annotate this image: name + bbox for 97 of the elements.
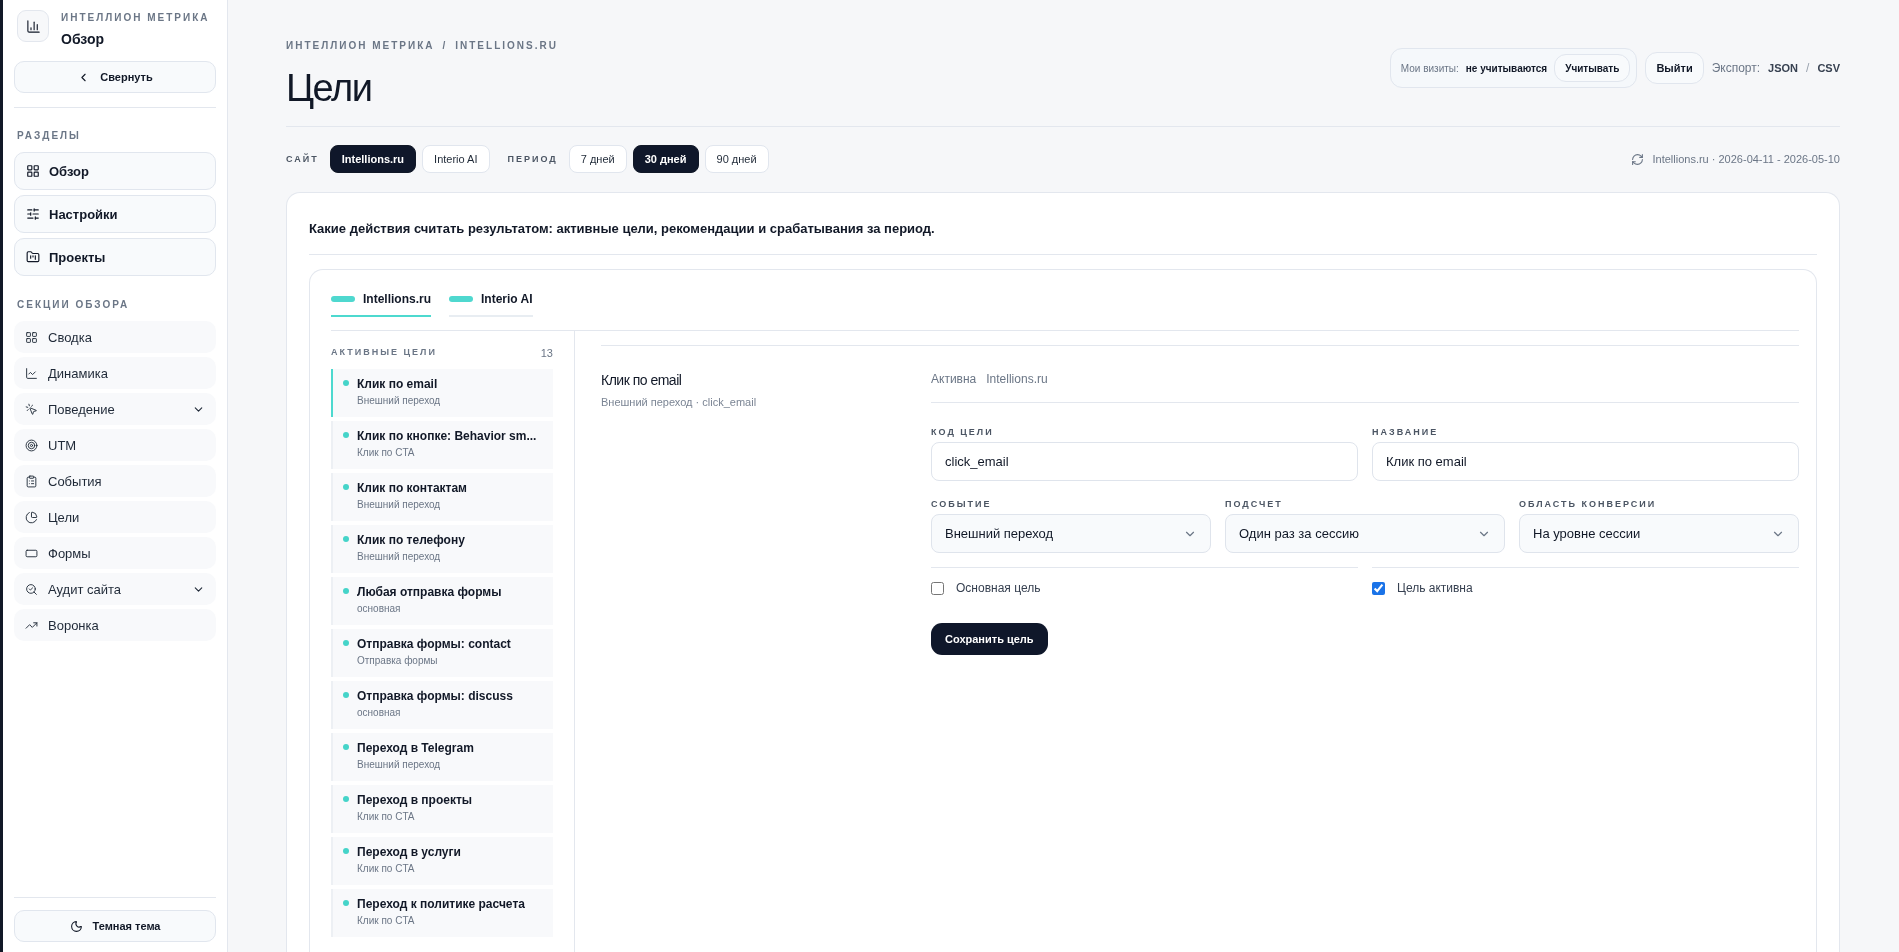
card-description: Какие действия считать результатом: активные цели, рекомендации и срабатывания за период. <box>309 221 1817 255</box>
sidebar-nav-button[interactable]: Проекты <box>14 238 216 276</box>
period-chip[interactable]: 90 дней <box>704 145 769 173</box>
goal-count: 13 <box>540 347 553 359</box>
search-icon <box>25 582 38 596</box>
pie-chart-icon <box>25 510 38 524</box>
sidebar-item[interactable]: События <box>14 465 216 497</box>
moon-icon <box>69 919 83 933</box>
site-tab[interactable]: Intellions.ru <box>331 292 431 317</box>
goal-title: Клик по email <box>601 372 683 388</box>
site-chip[interactable]: Intellions.ru <box>329 145 417 173</box>
site-tab[interactable]: Interio AI <box>449 292 533 317</box>
page-title: Цели <box>286 67 373 110</box>
sidebar-item[interactable]: Сводка <box>14 321 216 353</box>
logo-icon <box>17 10 49 42</box>
field-label: НАЗВАНИЕ <box>1372 427 1440 437</box>
sliders-icon <box>26 207 40 221</box>
filter-label: САЙТ <box>286 154 319 164</box>
goal-item[interactable]: Отправка формы: discuss основная <box>331 681 553 729</box>
field-label: КОД ЦЕЛИ <box>931 427 995 437</box>
site-chip[interactable]: Interio AI <box>422 145 490 173</box>
line-chart-icon <box>25 366 38 380</box>
status-dot <box>343 432 349 438</box>
visits-status: не учитываются <box>1465 62 1548 74</box>
theme-button[interactable]: Темная тема <box>14 910 216 942</box>
pointer-icon <box>25 402 38 416</box>
checkbox-label: Цель активна <box>1397 581 1473 595</box>
list-heading: АКТИВНЫЕ ЦЕЛИ <box>331 347 437 359</box>
goal-site: Intellions.ru <box>986 372 1048 386</box>
select-field[interactable]: На уровне сессии <box>1519 514 1799 553</box>
clipboard-icon <box>25 474 38 488</box>
brand-label: ИНТЕЛЛИОН МЕТРИКА <box>61 12 210 23</box>
period-chip[interactable]: 7 дней <box>568 145 627 173</box>
export-link[interactable]: CSV <box>1817 62 1840 74</box>
checkbox[interactable] <box>931 581 944 595</box>
count-visits-button[interactable]: Учитывать <box>1554 54 1631 82</box>
checkbox-label: Основная цель <box>956 581 1041 595</box>
collapse-button[interactable]: Свернуть <box>14 61 216 93</box>
sidebar-item[interactable]: Воронка <box>14 609 216 641</box>
goal-item[interactable]: Любая отправка формы основная <box>331 577 553 625</box>
goal-item[interactable]: Переход в Telegram Внешний переход <box>331 733 553 781</box>
status-dot <box>343 640 349 646</box>
grid-icon <box>26 164 40 178</box>
goal-item[interactable]: Отправка формы: contact Отправка формы <box>331 629 553 677</box>
export-label: Экспорт: <box>1711 61 1761 75</box>
select-field[interactable]: Один раз за сессию <box>1225 514 1505 553</box>
status-dot <box>343 536 349 542</box>
period-chip[interactable]: 30 дней <box>632 145 699 173</box>
field-label: ОБЛАСТЬ КОНВЕРСИИ <box>1519 499 1658 509</box>
date-range: Intellions.ru · 2026-04-11 - 2026-05-10 <box>1652 153 1840 165</box>
goal-item[interactable]: Клик по кнопке: Behavior sm... Клик по CTA <box>331 421 553 469</box>
grid-icon <box>25 330 38 344</box>
goal-item[interactable]: Клик по контактам Внешний переход <box>331 473 553 521</box>
input-field[interactable]: click_email <box>931 442 1358 481</box>
breadcrumb-item: ИНТЕЛЛИОН МЕТРИКА <box>286 40 435 51</box>
folder-icon <box>26 250 40 264</box>
goal-item[interactable]: Клик по телефону Внешний переход <box>331 525 553 573</box>
sidebar-nav-button[interactable]: Настройки <box>14 195 216 233</box>
status-dot <box>343 744 349 750</box>
breadcrumb-separator: / <box>442 40 448 51</box>
goal-item[interactable]: Переход в услуги Клик по CTA <box>331 837 553 885</box>
goal-subtitle: Внешний переход · click_email <box>601 396 758 408</box>
status-dot <box>343 900 349 906</box>
sidebar-item[interactable]: Динамика <box>14 357 216 389</box>
goal-item[interactable]: Клик по email Внешний переход <box>331 369 553 417</box>
filter-label: ПЕРИОД <box>507 154 558 164</box>
input-field[interactable]: Клик по email <box>1372 442 1799 481</box>
status-dot <box>343 796 349 802</box>
field-label: СОБЫТИЕ <box>931 499 993 509</box>
save-button[interactable]: Сохранить цель <box>931 623 1048 655</box>
sidebar-item[interactable]: UTM <box>14 429 216 461</box>
field-label: ПОДСЧЕТ <box>1225 499 1284 509</box>
visits-label: Мои визиты: <box>1400 62 1459 74</box>
status-dot <box>343 588 349 594</box>
sidebar-item[interactable]: Цели <box>14 501 216 533</box>
select-field[interactable]: Внешний переход <box>931 514 1211 553</box>
goal-item[interactable]: Переход к политике расчета Клик по CTA <box>331 889 553 937</box>
export-link[interactable]: JSON <box>1768 62 1799 74</box>
checkbox[interactable] <box>1372 581 1385 595</box>
goal-item[interactable]: Переход в проекты Клик по CTA <box>331 785 553 833</box>
sidebar-item[interactable]: Формы <box>14 537 216 569</box>
section-label: РАЗДЕЛЫ <box>17 130 81 141</box>
sidebar-item[interactable]: Поведение <box>14 393 216 425</box>
section-label: СЕКЦИИ ОБЗОРА <box>17 299 130 310</box>
sidebar-item[interactable]: Аудит сайта <box>14 573 216 605</box>
status-dot <box>343 692 349 698</box>
status-dot <box>343 380 349 386</box>
status-dot <box>343 484 349 490</box>
logout-button[interactable]: Выйти <box>1645 52 1704 84</box>
export-separator: / <box>1806 61 1810 75</box>
target-icon <box>25 438 38 452</box>
goal-status: Активна <box>931 372 977 386</box>
brand-title: Обзор <box>61 31 106 47</box>
refresh-icon[interactable] <box>1631 152 1645 166</box>
sidebar-nav-button[interactable]: Обзор <box>14 152 216 190</box>
breadcrumb-item: INTELLIONS.RU <box>455 40 558 51</box>
status-dot <box>343 848 349 854</box>
